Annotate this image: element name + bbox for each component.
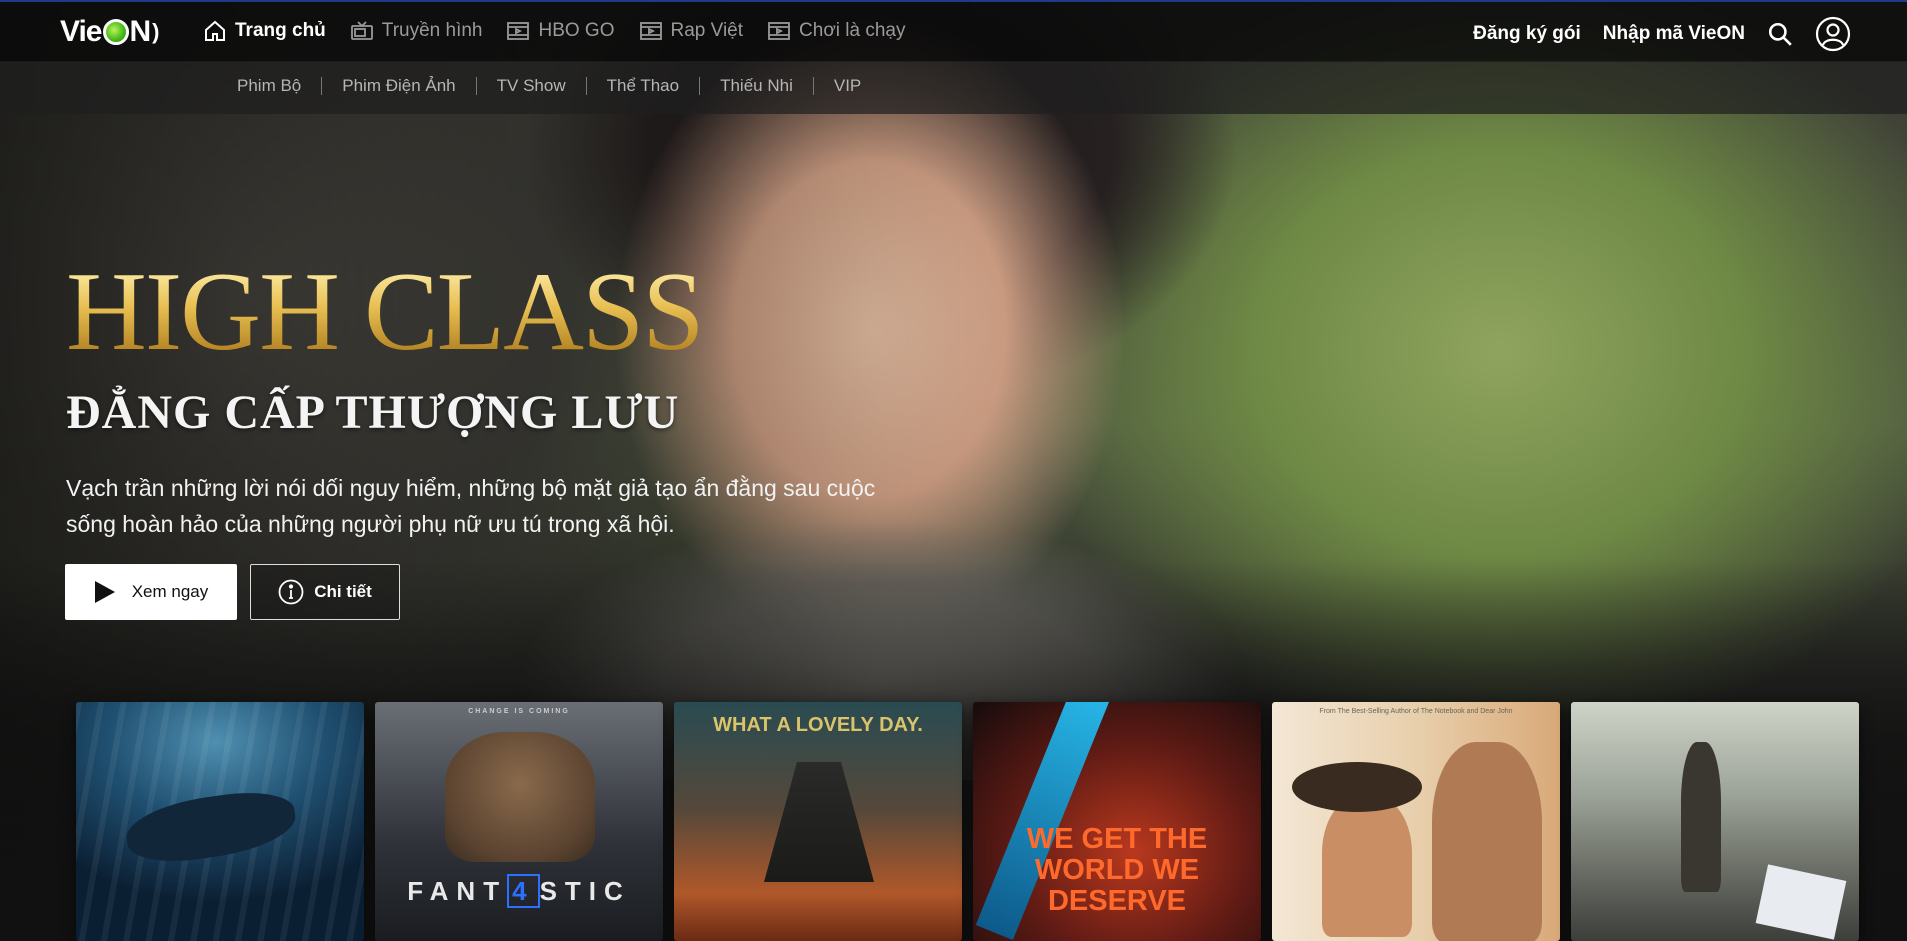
vieon-logo[interactable]: Vie N) [60, 14, 160, 50]
poster-art [764, 762, 874, 882]
user-account-icon[interactable] [1815, 16, 1851, 52]
tv-icon [350, 21, 373, 40]
category-the-thao[interactable]: Thể Thao [585, 77, 699, 95]
poster-card[interactable]: WHAT A LOVELY DAY. [674, 702, 962, 941]
header-actions: Đăng ký gói Nhập mã VieON [1473, 16, 1851, 52]
register-package-link[interactable]: Đăng ký gói [1473, 23, 1581, 45]
category-tv-show[interactable]: TV Show [475, 77, 586, 95]
nav-label: Trang chủ [235, 20, 326, 41]
home-icon [205, 20, 225, 41]
poster-row: CHANGE IS COMING FANT 4 STIC WHAT A LOVELY… [76, 702, 1859, 941]
poster-title: FANT 4 STIC [407, 874, 631, 908]
poster-card[interactable]: WE GET THE WORLD WE DESERVE [973, 702, 1261, 941]
hero-description: Vạch trần những lời nói dối nguy hiểm, n… [66, 475, 876, 537]
play-icon [94, 581, 115, 603]
nav-label: Truyền hình [381, 20, 483, 41]
poster-art [1755, 864, 1847, 940]
poster-art [1292, 762, 1422, 812]
hero-title-english: HIGH CLASS [66, 250, 705, 374]
nav-item-hbo-go[interactable]: HBO GO [506, 16, 615, 46]
details-label: Chi tiết [314, 582, 372, 601]
poster-art [1432, 742, 1542, 941]
poster-card[interactable]: From The Best-Selling Author of The Note… [1272, 702, 1560, 941]
logo-o-icon [102, 19, 129, 45]
category-bar: Phim Bộ Phim Điện Ảnh TV Show Thể Thao T… [0, 62, 1907, 114]
watch-now-label: Xem ngay [131, 582, 209, 601]
main-nav: Trang chủ Truyền hình HBO GO Rap Việt Ch… [203, 16, 905, 46]
poster-tagline: From The Best-Selling Author of The Note… [1319, 708, 1513, 715]
nav-label: HBO GO [538, 20, 615, 41]
nav-item-choi-la-chay[interactable]: Chơi là chạy [767, 16, 905, 46]
category-vip[interactable]: VIP [812, 77, 881, 95]
category-nav: Phim Bộ Phim Điện Ảnh TV Show Thể Thao T… [237, 77, 881, 95]
poster-card[interactable]: CHANGE IS COMING FANT 4 STIC [375, 702, 663, 941]
nav-label: Chơi là chạy [799, 20, 906, 41]
category-thieu-nhi[interactable]: Thiếu Nhi [699, 77, 813, 95]
nav-item-rap-viet[interactable]: Rap Việt [639, 16, 744, 46]
hero-title-vietnamese: ĐẲNG CẤP THƯỢNG LƯU [66, 386, 680, 439]
details-button[interactable]: Chi tiết [250, 564, 400, 620]
poster-title: WHAT A LOVELY DAY. [713, 714, 923, 736]
play-box-icon [768, 22, 790, 40]
play-box-icon [639, 22, 662, 40]
play-box-icon [507, 22, 530, 40]
watch-now-button[interactable]: Xem ngay [65, 564, 237, 620]
nav-item-home[interactable]: Trang chủ [203, 16, 326, 46]
poster-title: WE GET THE WORLD WE DESERVE [1026, 823, 1208, 917]
nav-label: Rap Việt [670, 20, 744, 41]
info-icon [278, 579, 304, 605]
poster-art [1681, 742, 1721, 892]
category-phim-dien-anh[interactable]: Phim Điện Ảnh [321, 77, 475, 95]
nav-item-tv[interactable]: Truyền hình [350, 16, 483, 46]
poster-art [1322, 797, 1412, 937]
poster-art [445, 732, 595, 862]
search-icon[interactable] [1767, 21, 1793, 47]
poster-card[interactable] [76, 702, 364, 941]
poster-card[interactable] [1571, 702, 1859, 941]
category-phim-bo[interactable]: Phim Bộ [237, 77, 321, 95]
top-navigation-bar: Vie N) Trang chủ Truyền hình HBO GO Rap V… [0, 0, 1907, 62]
enter-code-link[interactable]: Nhập mã VieON [1603, 23, 1745, 45]
